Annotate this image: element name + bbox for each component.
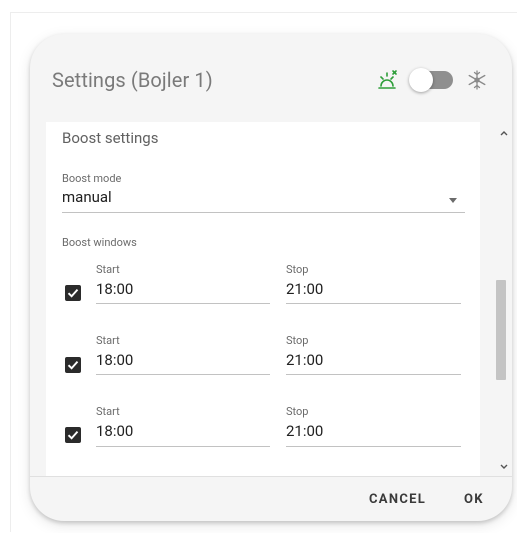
settings-content: Boost settings Boost mode manual Boost w… — [46, 122, 480, 476]
input-underline — [286, 446, 461, 447]
chevron-down-icon[interactable] — [449, 198, 457, 203]
start-label: Start — [96, 263, 120, 276]
boost-windows-label: Boost windows — [62, 236, 137, 249]
start-time-input[interactable]: 18:00 — [96, 351, 133, 369]
input-underline — [96, 374, 270, 375]
checkmark-icon — [67, 430, 79, 440]
weather-heat-icon[interactable] — [377, 68, 399, 90]
scrollbar-thumb[interactable] — [496, 280, 506, 380]
boost-window-2-checkbox[interactable] — [65, 357, 81, 373]
input-underline — [286, 374, 461, 375]
stop-time-input[interactable]: 21:00 — [286, 422, 323, 440]
backdrop-line — [10, 12, 517, 13]
backdrop-line — [10, 12, 11, 532]
boost-window-1-checkbox[interactable] — [65, 285, 81, 301]
scroll-up-icon[interactable] — [500, 130, 508, 136]
input-underline — [96, 446, 270, 447]
stop-time-input[interactable]: 21:00 — [286, 351, 323, 369]
checkmark-icon — [67, 360, 79, 370]
boost-mode-select[interactable]: manual — [62, 188, 112, 206]
start-label: Start — [96, 405, 120, 418]
ok-button[interactable]: OK — [464, 492, 484, 507]
start-label: Start — [96, 334, 120, 347]
input-underline — [286, 303, 461, 304]
stop-label: Stop — [286, 334, 309, 347]
checkmark-icon — [67, 288, 79, 298]
cancel-button[interactable]: CANCEL — [369, 492, 426, 507]
settings-dialog: Settings (Bojler 1) Boost settings Boost… — [30, 34, 512, 521]
mode-toggle[interactable] — [409, 68, 453, 92]
dialog-title: Settings (Bojler 1) — [52, 68, 213, 92]
stop-label: Stop — [286, 405, 309, 418]
boost-mode-label: Boost mode — [62, 172, 122, 185]
boost-window-3-checkbox[interactable] — [65, 427, 81, 443]
stop-label: Stop — [286, 263, 309, 276]
section-title-boost: Boost settings — [62, 129, 159, 147]
input-underline — [96, 303, 270, 304]
actions-divider — [30, 476, 512, 477]
toggle-thumb — [409, 68, 433, 92]
start-time-input[interactable]: 18:00 — [96, 280, 133, 298]
select-underline — [62, 212, 465, 213]
snowflake-icon[interactable] — [467, 70, 487, 90]
start-time-input[interactable]: 18:00 — [96, 422, 133, 440]
scroll-down-icon[interactable] — [500, 464, 508, 470]
stop-time-input[interactable]: 21:00 — [286, 280, 323, 298]
